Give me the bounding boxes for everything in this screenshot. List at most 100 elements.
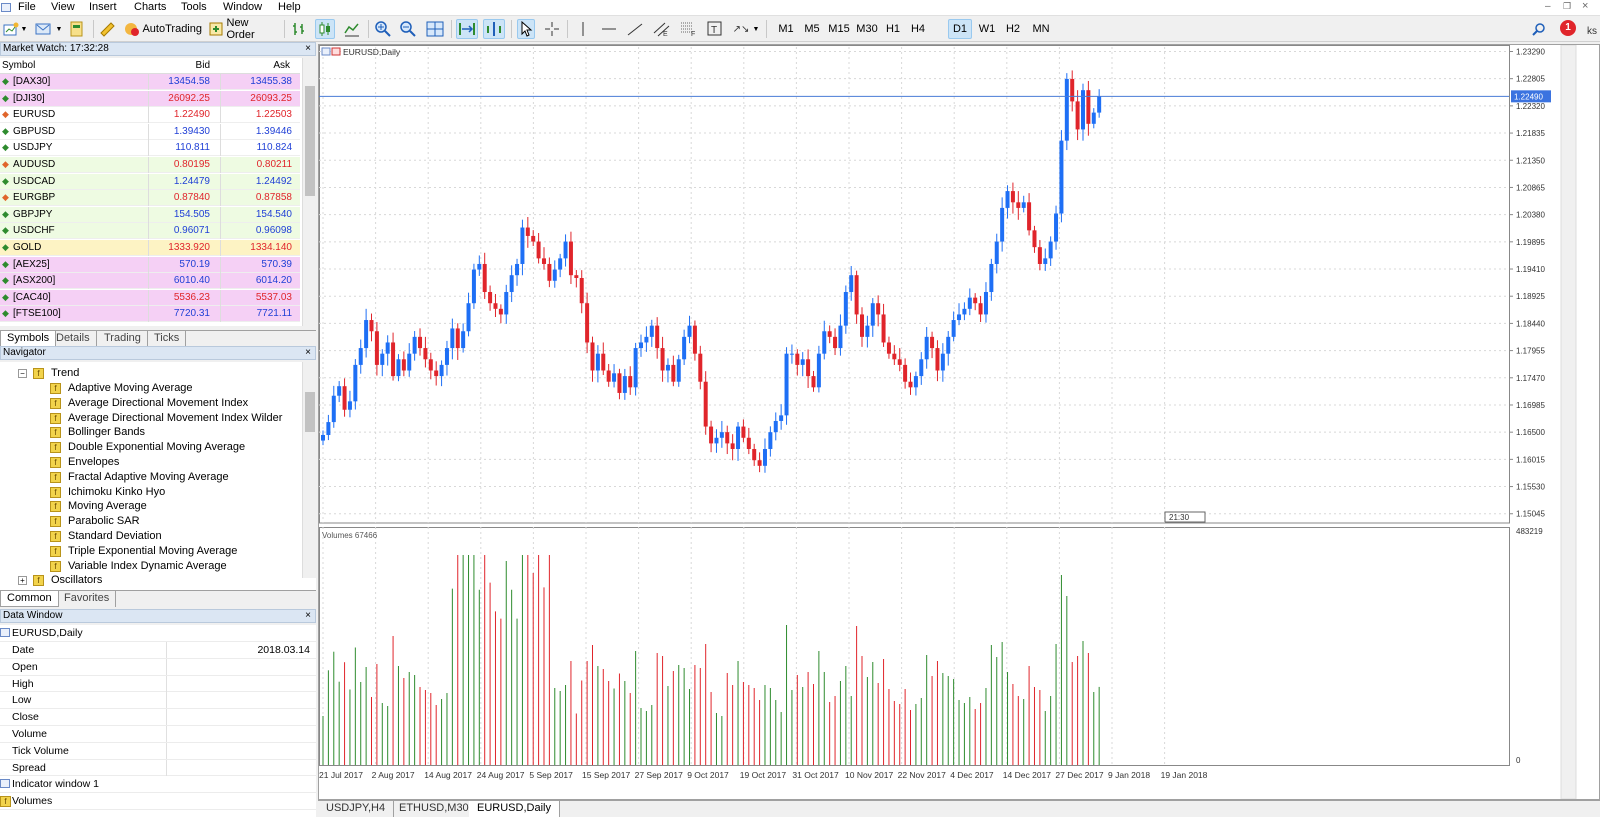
minimize-icon[interactable]: – xyxy=(1545,1,1551,12)
timeframe-h1[interactable]: H1 xyxy=(882,19,904,39)
market-watch-row[interactable]: ◆ GOLD 1333.920 1334.140 xyxy=(0,240,300,256)
navigator-indicator-item[interactable]: f Average Directional Movement Index Wild… xyxy=(50,411,296,426)
chart-tab-eurusd-daily[interactable]: EURUSD,Daily xyxy=(469,801,560,817)
search-icon[interactable] xyxy=(1530,19,1548,39)
fibonacci-icon[interactable]: F xyxy=(679,19,699,39)
timeframe-m5[interactable]: M5 xyxy=(800,19,824,39)
close-icon[interactable]: × xyxy=(1582,0,1588,12)
menu-tools[interactable]: Tools xyxy=(181,1,207,13)
market-watch-row[interactable]: ◆ [ASX200] 6010.40 6014.20 xyxy=(0,273,300,290)
cursor-icon[interactable] xyxy=(517,19,535,39)
horizontal-line-icon[interactable] xyxy=(600,19,618,39)
collapse-icon[interactable]: − xyxy=(18,369,27,378)
market-watch-row[interactable]: ◆ GBPJPY 154.505 154.540 xyxy=(0,206,300,223)
scrollbar-thumb[interactable] xyxy=(305,86,315,196)
scrollbar-thumb[interactable] xyxy=(305,392,315,432)
navigator-scrollbar[interactable] xyxy=(302,362,316,578)
navigator-indicator-item[interactable]: f Parabolic SAR xyxy=(50,514,296,529)
menu-window[interactable]: Window xyxy=(223,1,262,13)
chart-tab-ethusd-m30[interactable]: ETHUSD,M30 xyxy=(391,801,478,817)
tab-details[interactable]: Details xyxy=(50,331,97,347)
candlestick-chart-icon[interactable] xyxy=(315,19,335,39)
bar-chart-icon[interactable] xyxy=(290,19,308,39)
new-chart-icon[interactable] xyxy=(2,19,20,39)
timeframe-h2[interactable]: H2 xyxy=(1001,19,1025,39)
navigator-indicator-item[interactable]: f Bollinger Bands xyxy=(50,425,296,440)
menu-file[interactable]: File xyxy=(18,1,36,13)
tab-ticks[interactable]: Ticks xyxy=(148,331,187,347)
dropdown-chevron-icon[interactable]: ▼ xyxy=(752,19,760,39)
market-watch-row[interactable]: ◆ [AEX25] 570.19 570.39 xyxy=(0,256,300,273)
new-order-button[interactable]: New Order xyxy=(208,17,278,41)
timeframe-m30[interactable]: M30 xyxy=(853,19,881,39)
column-header-symbol[interactable]: Symbol xyxy=(2,60,35,71)
menu-insert[interactable]: Insert xyxy=(89,1,117,13)
tab-symbols[interactable]: Symbols xyxy=(0,331,57,347)
column-header-bid[interactable]: Bid xyxy=(196,60,210,71)
auto-scroll-icon[interactable] xyxy=(456,19,478,39)
timeframe-m1[interactable]: M1 xyxy=(774,19,798,39)
market-watch-row[interactable]: ◆ [CAC40] 5536.23 5537.03 xyxy=(0,289,300,306)
expand-icon[interactable]: + xyxy=(18,576,27,585)
tab-favorites[interactable]: Favorites xyxy=(58,591,117,607)
navigator-indicator-item[interactable]: f Average Directional Movement Index xyxy=(50,396,296,411)
market-watch-row[interactable]: ◆ USDCHF 0.96071 0.96098 xyxy=(0,223,300,240)
market-watch-scrollbar[interactable] xyxy=(302,58,316,326)
channels-icon[interactable]: E xyxy=(652,19,672,39)
chart-tab-usdjpy-h4[interactable]: USDJPY,H4 xyxy=(318,801,395,817)
menu-view[interactable]: View xyxy=(51,1,75,13)
market-watch-row[interactable]: ◆ GBPUSD 1.39430 1.39446 xyxy=(0,123,300,140)
navigator-indicator-item[interactable]: f Adaptive Moving Average xyxy=(50,381,296,396)
menu-charts[interactable]: Charts xyxy=(134,1,166,13)
zoom-in-icon[interactable] xyxy=(374,19,392,39)
dropdown-chevron-icon[interactable]: ▼ xyxy=(55,19,63,39)
tree-group-trend[interactable]: − f Trend xyxy=(18,366,298,381)
timeframe-mn[interactable]: MN xyxy=(1028,19,1054,39)
close-icon[interactable]: × xyxy=(305,43,311,55)
market-watch-row[interactable]: ◆ USDJPY 110.811 110.824 xyxy=(0,140,300,157)
market-watch-row[interactable]: ◆ [FTSE100] 7720.31 7721.11 xyxy=(0,306,300,323)
metaeditor-icon[interactable] xyxy=(98,19,118,39)
tab-trading[interactable]: Trading xyxy=(98,331,148,347)
navigator-indicator-item[interactable]: f Envelopes xyxy=(50,455,296,470)
market-watch-icon[interactable] xyxy=(68,19,86,39)
navigator-indicator-item[interactable]: f Standard Deviation xyxy=(50,529,296,544)
chart-shift-icon[interactable] xyxy=(483,19,505,39)
dropdown-chevron-icon[interactable]: ▼ xyxy=(20,19,28,39)
vertical-line-icon[interactable] xyxy=(576,19,590,39)
chart-window[interactable]: 21 Jul 2017 2 Aug 2017 14 Aug 2017 24 Aug 2… xyxy=(318,44,1600,800)
column-header-ask[interactable]: Ask xyxy=(273,60,290,71)
timeframe-m15[interactable]: M15 xyxy=(824,19,854,39)
close-icon[interactable]: × xyxy=(305,610,311,622)
navigator-indicator-item[interactable]: f Variable Index Dynamic Average xyxy=(50,559,296,574)
profiles-icon[interactable] xyxy=(34,19,54,39)
market-watch-row[interactable]: ◆ [DAX30] 13454.58 13455.38 xyxy=(0,74,300,90)
market-watch-row[interactable]: ◆ AUDUSD 0.80195 0.80211 xyxy=(0,157,300,173)
arrows-tool-icon[interactable]: ↗↘ xyxy=(732,19,750,39)
close-icon[interactable]: × xyxy=(305,347,311,359)
zoom-out-icon[interactable] xyxy=(399,19,417,39)
market-watch-row[interactable]: ◆ EURUSD 1.22490 1.22503 xyxy=(0,107,300,124)
tile-windows-icon[interactable] xyxy=(425,19,445,39)
navigator-indicator-item[interactable]: f Triple Exponential Moving Average xyxy=(50,544,296,559)
tree-group-oscillators[interactable]: + f Oscillators xyxy=(18,573,298,588)
text-tool-icon[interactable]: T xyxy=(706,19,724,39)
navigator-indicator-item[interactable]: f Double Exponential Moving Average xyxy=(50,440,296,455)
navigator-indicator-item[interactable]: f Ichimoku Kinko Hyo xyxy=(50,485,296,500)
navigator-indicator-item[interactable]: f Moving Average xyxy=(50,499,296,514)
notification-badge[interactable]: 1 xyxy=(1560,20,1576,36)
timeframe-w1[interactable]: W1 xyxy=(975,19,999,39)
timeframe-d1[interactable]: D1 xyxy=(948,19,972,39)
chart-canvas[interactable]: 21 Jul 2017 2 Aug 2017 14 Aug 2017 24 Aug 2… xyxy=(319,44,1599,800)
market-watch-row[interactable]: ◆ USDCAD 1.24479 1.24492 xyxy=(0,173,300,190)
trendline-icon[interactable] xyxy=(626,19,644,39)
tab-common[interactable]: Common xyxy=(0,591,59,607)
market-watch-row[interactable]: ◆ [DJI30] 26092.25 26093.25 xyxy=(0,90,300,107)
restore-icon[interactable]: ❐ xyxy=(1563,1,1571,12)
autotrading-button[interactable]: AutoTrading xyxy=(124,19,202,39)
market-watch-row[interactable]: ◆ EURGBP 0.87840 0.87858 xyxy=(0,190,300,207)
navigator-indicator-item[interactable]: f Fractal Adaptive Moving Average xyxy=(50,470,296,485)
menu-help[interactable]: Help xyxy=(278,1,301,13)
line-chart-icon[interactable] xyxy=(343,19,361,39)
crosshair-icon[interactable] xyxy=(543,19,561,39)
